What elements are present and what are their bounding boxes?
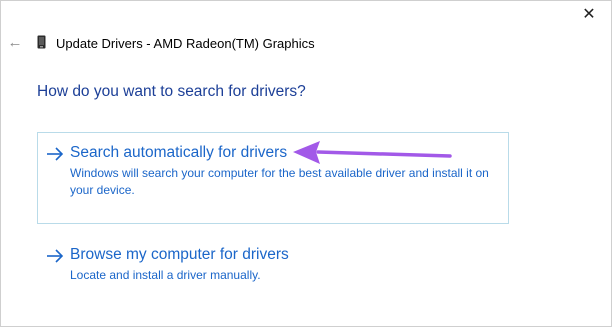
graphics-device-icon (37, 35, 46, 49)
page-heading: How do you want to search for drivers? (37, 83, 306, 100)
option-description: Windows will search your computer for th… (70, 166, 489, 197)
window-title: Update Drivers - AMD Radeon(TM) Graphics (56, 36, 315, 51)
option-heading: Search automatically for drivers (70, 144, 288, 161)
right-arrow-icon (47, 249, 64, 263)
back-button[interactable]: ← (5, 33, 25, 51)
option-heading: Browse my computer for drivers (70, 246, 289, 263)
back-arrow-icon: ← (7, 33, 23, 51)
update-drivers-window: ✕ ← Update Drivers - AMD Radeon(TM) Grap… (0, 0, 612, 327)
close-icon: ✕ (582, 6, 596, 23)
option-description: Locate and install a driver manually. (70, 268, 261, 282)
close-button[interactable]: ✕ (567, 1, 611, 27)
right-arrow-icon (47, 147, 64, 161)
